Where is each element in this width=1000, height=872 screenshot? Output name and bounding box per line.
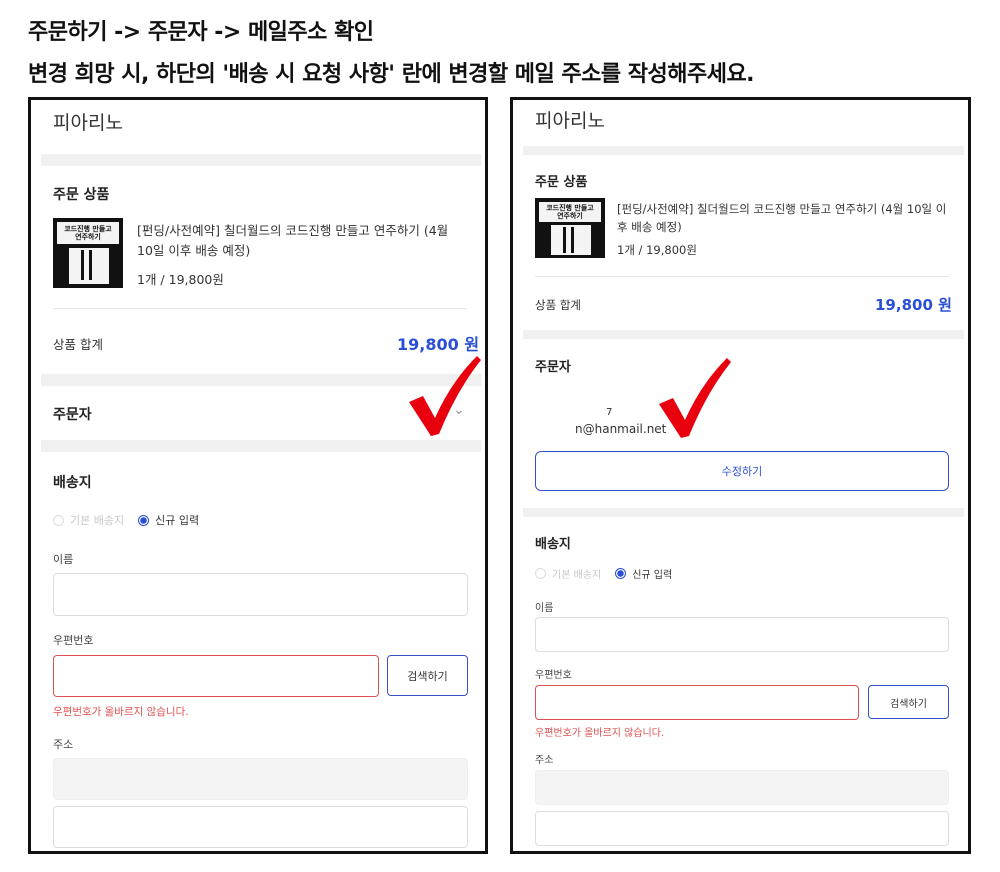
address-label: 주소	[53, 738, 74, 751]
subtotal-value: 19,800 원	[875, 296, 952, 314]
orderer-email-prefix: 7	[606, 407, 613, 418]
postcode-error: 우편번호가 올바르지 않습니다.	[535, 728, 665, 739]
address-detail-input[interactable]	[535, 811, 949, 846]
red-checkmark	[409, 356, 481, 436]
shipping-title: 배송지	[53, 475, 92, 491]
product-quantity-price: 1개 / 19,800원	[137, 272, 224, 287]
address-input[interactable]	[535, 770, 949, 805]
subtotal-label: 상품 합계	[53, 337, 103, 352]
address-detail-input[interactable]	[53, 806, 468, 848]
radio-new-address[interactable]	[138, 514, 150, 526]
radio-default-address[interactable]	[53, 514, 64, 526]
search-postcode-button[interactable]: 검색하기	[868, 685, 949, 719]
shop-name: 피아리노	[535, 110, 605, 132]
screenshot-panel-collapsed: 피아리노 주문 상품 코드진행 만들고 연주하기 [펀딩/사전예약] 칠더월드의…	[28, 97, 488, 854]
name-label: 이름	[53, 553, 74, 566]
radio-default-label: 기본 배송지	[70, 514, 125, 527]
orderer-title: 주문자	[53, 407, 92, 423]
order-items-title: 주문 상품	[53, 187, 110, 203]
radio-new-address[interactable]	[615, 568, 627, 579]
address-input[interactable]	[53, 758, 468, 800]
name-input[interactable]	[535, 617, 949, 652]
instruction-line-2: 변경 희망 시, 하단의 '배송 시 요청 사항' 란에 변경할 메일 주소를 …	[28, 62, 755, 87]
section-divider	[523, 146, 964, 155]
address-type-radios: 기본 배송지 신규 입력	[535, 566, 672, 581]
address-label: 주소	[535, 755, 554, 766]
postcode-error: 우편번호가 올바르지 않습니다.	[53, 706, 189, 718]
postcode-input[interactable]	[535, 685, 859, 720]
orderer-email: n@hanmail.net	[575, 422, 667, 436]
section-divider	[523, 330, 964, 339]
section-divider	[41, 154, 481, 166]
orderer-title: 주문자	[535, 360, 571, 375]
postcode-label: 우편번호	[535, 670, 572, 681]
address-type-radios: 기본 배송지 신규 입력	[53, 512, 199, 528]
edit-orderer-button[interactable]: 수정하기	[535, 451, 949, 491]
postcode-label: 우편번호	[53, 634, 94, 647]
screenshot-panel-expanded: 피아리노 주문 상품 코드진행 만들고 연주하기 [펀딩/사전예약] 칠더월드의…	[510, 97, 971, 854]
product-quantity-price: 1개 / 19,800원	[617, 243, 697, 257]
postcode-input[interactable]	[53, 655, 379, 697]
radio-default-address[interactable]	[535, 568, 546, 579]
radio-default-label: 기본 배송지	[552, 570, 602, 581]
name-label: 이름	[535, 603, 554, 614]
section-divider	[41, 440, 481, 452]
order-items-title: 주문 상품	[535, 175, 588, 190]
red-checkmark	[659, 358, 731, 438]
product-thumbnail: 코드진행 만들고 연주하기	[53, 218, 123, 288]
name-input[interactable]	[53, 573, 468, 616]
subtotal-value: 19,800 원	[397, 335, 480, 354]
product-name[interactable]: [펀딩/사전예약] 칠더월드의 코드진행 만들고 연주하기 (4월 10일 이후…	[137, 221, 462, 261]
search-postcode-button[interactable]: 검색하기	[387, 655, 468, 696]
instruction-line-1: 주문하기 -> 주문자 -> 메일주소 확인	[28, 20, 374, 45]
product-name[interactable]: [펀딩/사전예약] 칠더월드의 코드진행 만들고 연주하기 (4월 10일 이후…	[617, 200, 952, 236]
product-thumbnail: 코드진행 만들고 연주하기	[535, 198, 605, 258]
radio-new-label: 신규 입력	[155, 514, 200, 527]
section-divider	[523, 508, 964, 517]
shop-name: 피아리노	[53, 112, 123, 134]
radio-new-label: 신규 입력	[632, 570, 673, 581]
subtotal-label: 상품 합계	[535, 298, 581, 312]
shipping-title: 배송지	[535, 537, 571, 552]
